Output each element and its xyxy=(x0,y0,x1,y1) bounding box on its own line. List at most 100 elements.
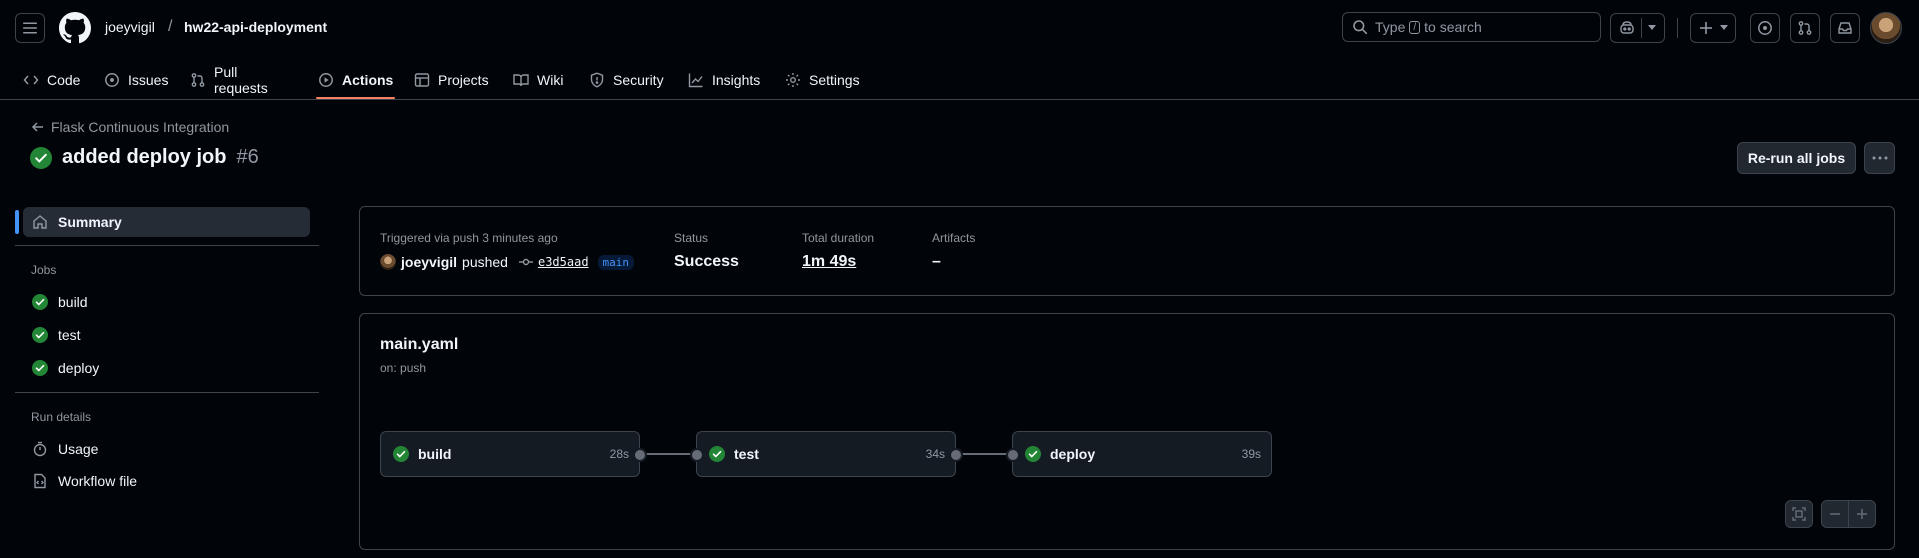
actor-avatar[interactable] xyxy=(380,254,396,270)
check-circle-fill-icon xyxy=(30,146,52,169)
tab-code[interactable]: Code xyxy=(23,60,80,99)
issue-icon xyxy=(1758,21,1772,35)
tab-issues[interactable]: Issues xyxy=(104,60,168,99)
chevron-down-icon xyxy=(1720,25,1728,30)
sidebar-item-label: build xyxy=(58,294,88,310)
copilot-button[interactable] xyxy=(1610,13,1665,43)
file-code-icon xyxy=(34,473,46,489)
search-icon xyxy=(1353,20,1368,35)
play-icon xyxy=(319,72,333,87)
tab-label: Settings xyxy=(809,71,860,88)
pull-requests-button[interactable] xyxy=(1790,13,1820,43)
branch-badge[interactable]: main xyxy=(597,254,635,270)
table-icon xyxy=(414,72,430,87)
issue-icon xyxy=(105,72,119,87)
issues-button[interactable] xyxy=(1750,13,1780,43)
trigger-text: Triggered via push 3 minutes ago xyxy=(380,231,558,245)
sidebar-item-label: Usage xyxy=(58,441,99,457)
inbox-button[interactable] xyxy=(1830,13,1860,43)
sidebar-item-usage[interactable]: Usage xyxy=(23,434,311,464)
create-new-button[interactable] xyxy=(1690,13,1736,43)
copilot-icon xyxy=(1620,21,1634,34)
tab-projects[interactable]: Projects xyxy=(414,60,489,99)
stopwatch-icon xyxy=(33,441,47,457)
fullscreen-button[interactable] xyxy=(1785,500,1813,528)
graph-job-test[interactable]: test 34s xyxy=(696,431,956,477)
search-shortcut-key: / xyxy=(1409,20,1421,34)
sidebar-divider xyxy=(15,245,319,246)
tab-label: Security xyxy=(613,71,664,88)
menu-button[interactable] xyxy=(15,13,45,43)
tab-actions[interactable]: Actions xyxy=(315,60,396,99)
tab-settings[interactable]: Settings xyxy=(785,60,860,99)
tab-security[interactable]: Security xyxy=(589,60,664,99)
more-options-button[interactable] xyxy=(1864,142,1895,174)
minus-icon xyxy=(1830,513,1840,515)
gear-icon xyxy=(786,72,800,87)
rerun-all-jobs-button[interactable]: Re-run all jobs xyxy=(1737,142,1856,174)
git-commit-icon xyxy=(518,258,533,266)
graph-job-build[interactable]: build 28s xyxy=(380,431,640,477)
tab-label: Insights xyxy=(712,71,761,88)
graph-edge-build-test xyxy=(640,453,696,455)
search-input[interactable]: Type / to search xyxy=(1342,12,1601,42)
check-circle-fill-icon xyxy=(32,327,48,343)
job-name: test xyxy=(734,446,759,462)
graph-node-port xyxy=(949,448,963,462)
github-logo-icon[interactable] xyxy=(59,12,91,44)
plus-icon xyxy=(1857,509,1867,519)
sidebar-item-summary[interactable]: Summary xyxy=(15,207,310,237)
run-details-heading: Run details xyxy=(31,410,92,424)
sidebar-job-test[interactable]: test xyxy=(23,320,311,350)
fullscreen-icon xyxy=(1792,507,1806,521)
code-icon xyxy=(23,75,39,84)
sidebar-job-build[interactable]: build xyxy=(23,287,311,317)
inbox-icon xyxy=(1838,22,1852,34)
breadcrumb-repo[interactable]: hw22-api-deployment xyxy=(184,19,327,35)
sidebar-divider xyxy=(15,392,319,393)
shield-icon xyxy=(590,71,604,88)
duration-value[interactable]: 1m 49s xyxy=(802,253,856,271)
back-to-workflow-link[interactable]: Flask Continuous Integration xyxy=(31,119,229,135)
job-duration: 34s xyxy=(925,447,945,461)
check-circle-fill-icon xyxy=(1025,446,1041,462)
sidebar-item-workflow-file[interactable]: Workflow file xyxy=(23,466,311,496)
search-placeholder-prefix: Type xyxy=(1375,19,1406,35)
graph-node-port xyxy=(633,448,647,462)
check-circle-fill-icon xyxy=(32,294,48,310)
repo-header: joeyvigil / hw22-api-deployment Type / t… xyxy=(0,0,1919,100)
job-duration: 28s xyxy=(609,447,629,461)
tab-wiki[interactable]: Wiki xyxy=(513,60,563,99)
sidebar-item-label: Summary xyxy=(58,214,122,230)
sidebar-job-deploy[interactable]: deploy xyxy=(23,353,311,383)
sidebar-item-label: Workflow file xyxy=(58,473,138,489)
actor-link[interactable]: joeyvigil xyxy=(401,254,457,270)
breadcrumb-owner[interactable]: joeyvigil xyxy=(105,19,155,35)
job-name: deploy xyxy=(1050,446,1096,462)
home-icon xyxy=(33,215,47,229)
zoom-in-button[interactable] xyxy=(1848,500,1876,528)
search-placeholder-suffix: to search xyxy=(1424,19,1482,35)
tab-label: Pull requests xyxy=(214,63,268,96)
jobs-heading: Jobs xyxy=(31,263,57,277)
chevron-down-icon xyxy=(1648,25,1656,30)
hamburger-icon xyxy=(23,22,37,34)
status-label: Status xyxy=(674,231,709,245)
commit-sha-link[interactable]: e3d5aad xyxy=(538,255,589,269)
pull-request-icon xyxy=(1798,21,1812,35)
workflow-file-name: main.yaml xyxy=(380,336,459,353)
tab-pull-requests[interactable]: Pull requests xyxy=(190,60,268,99)
graph-node-port xyxy=(1006,448,1020,462)
graph-job-deploy[interactable]: deploy 39s xyxy=(1012,431,1272,477)
zoom-out-button[interactable] xyxy=(1821,500,1849,528)
graph-node-port xyxy=(690,448,704,462)
book-icon xyxy=(513,73,529,86)
tab-label: Projects xyxy=(438,71,489,88)
check-circle-fill-icon xyxy=(709,446,725,462)
tab-label: Wiki xyxy=(537,71,564,88)
plus-icon xyxy=(1700,22,1712,34)
check-circle-fill-icon xyxy=(32,360,48,376)
tab-label: Actions xyxy=(342,71,394,88)
user-avatar[interactable] xyxy=(1870,12,1902,44)
tab-insights[interactable]: Insights xyxy=(688,60,760,99)
